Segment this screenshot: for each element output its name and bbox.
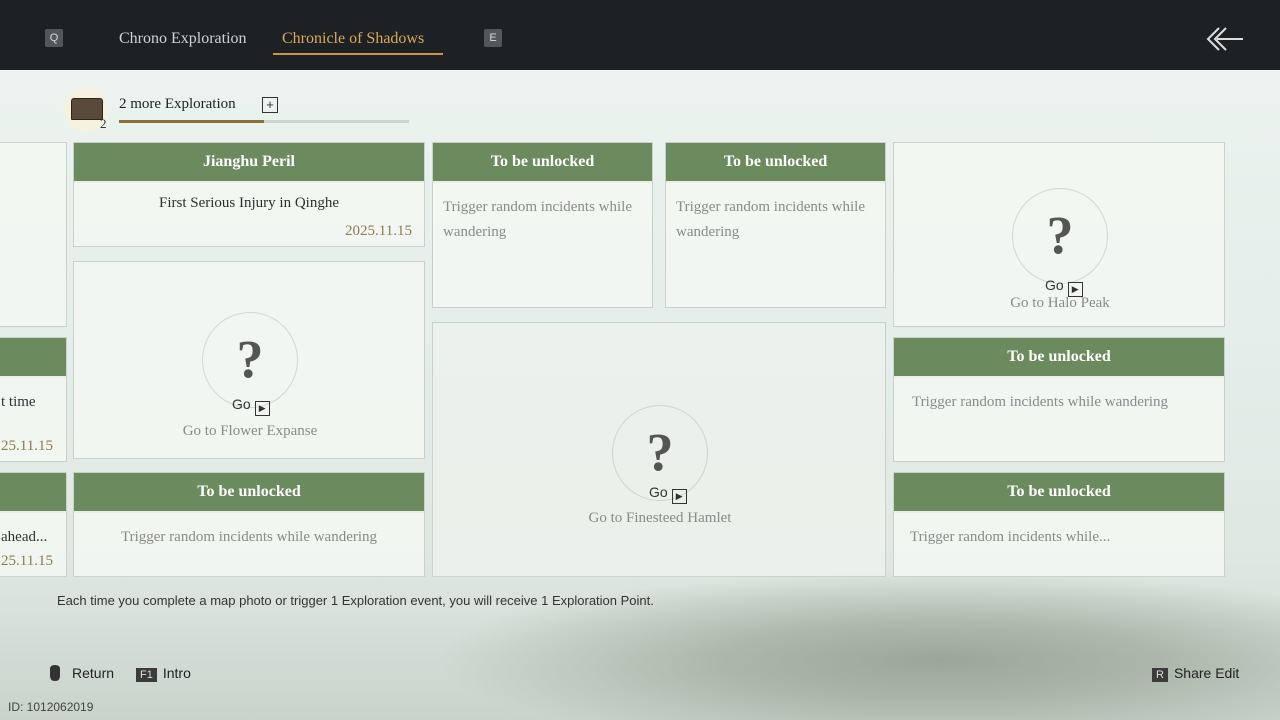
card-body: Trigger random incidents while wandering [676,199,866,240]
tab-chronicle-of-shadows[interactable]: Chronicle of Shadows [282,30,424,48]
intro-hint[interactable]: F1 Intro [136,665,191,682]
card-body: Trigger random incidents while wandering [443,199,633,240]
card-partial-bottom[interactable]: ahead... 25.11.15 [0,472,67,577]
exploration-point-note: Each time you complete a map photo or tr… [57,593,654,608]
card-title: To be unlocked [666,143,885,183]
key-r: R [1152,668,1168,682]
active-tab-indicator [273,53,443,55]
tab-chrono-exploration[interactable]: Chrono Exploration [119,30,247,48]
card-date: 25.11.15 [1,438,53,454]
arrow-right-icon: ▶ [254,401,270,416]
exploration-label: 2 more Exploration [119,96,236,112]
card-body: Trigger random incidents while wandering [120,529,378,545]
top-bar: Q Chrono Exploration Chronicle of Shadow… [0,0,1280,70]
go-button[interactable]: Go ▶ [1045,277,1083,297]
card-date: 2025.11.15 [345,223,412,239]
chest-count: 2 [100,116,107,131]
card-subtitle: First Serious Injury in Qinghe [159,195,339,211]
card-partial-middle[interactable]: t time 25.11.15 [0,337,67,462]
card-title: Jianghu Peril [74,143,424,183]
question-mark-icon: ? [1012,188,1108,284]
card-header [0,338,66,378]
add-exploration-button[interactable]: + [262,97,278,113]
card-locked-2[interactable]: To be unlocked Trigger random incidents … [665,142,886,308]
destination-label: Go to Halo Peak [1010,295,1110,311]
card-locked-3[interactable]: To be unlocked Trigger random incidents … [893,337,1225,462]
question-mark-icon: ? [202,312,298,408]
card-flower-expanse[interactable]: ? Go ▶ Go to Flower Expanse [73,261,425,459]
card-title: To be unlocked [894,473,1224,513]
card-title: To be unlocked [433,143,652,183]
go-button[interactable]: Go ▶ [649,484,687,504]
card-locked-4[interactable]: To be unlocked Trigger random incidents … [73,472,425,577]
exploration-progress-bar [119,120,409,123]
player-id: ID: 1012062019 [8,700,94,714]
exploration-progress-fill [119,120,264,123]
card-halo-peak[interactable]: ? Go ▶ Go to Halo Peak [893,142,1225,327]
card-body: Trigger random incidents while wandering [912,394,1169,410]
card-title: To be unlocked [74,473,424,513]
key-e-hint[interactable]: E [484,29,502,47]
card-locked-5[interactable]: To be unlocked Trigger random incidents … [893,472,1225,577]
mouse-icon [50,665,60,681]
share-edit-hint[interactable]: R Share Edit [1152,665,1239,682]
card-body: t time [1,394,36,410]
card-finesteed-hamlet[interactable]: ? Go ▶ Go to Finesteed Hamlet [432,322,886,577]
card-date: 25.11.15 [1,553,53,569]
card-locked-1[interactable]: To be unlocked Trigger random incidents … [432,142,653,308]
destination-label: Go to Finesteed Hamlet [588,510,732,526]
key-f1: F1 [136,668,157,682]
return-hint[interactable]: Return [48,665,114,681]
key-q-hint[interactable]: Q [45,29,63,47]
card-body: Trigger random incidents while... [910,529,1111,545]
card-jianghu-peril[interactable]: Jianghu Peril First Serious Injury in Qi… [73,142,425,247]
card-title: To be unlocked [894,338,1224,378]
destination-label: Go to Flower Expanse [182,423,318,439]
card-partial-top[interactable] [0,142,67,327]
double-chevron-back-icon[interactable] [1205,26,1245,52]
go-button[interactable]: Go ▶ [232,396,270,416]
card-header [0,473,66,513]
arrow-right-icon: ▶ [671,489,687,504]
